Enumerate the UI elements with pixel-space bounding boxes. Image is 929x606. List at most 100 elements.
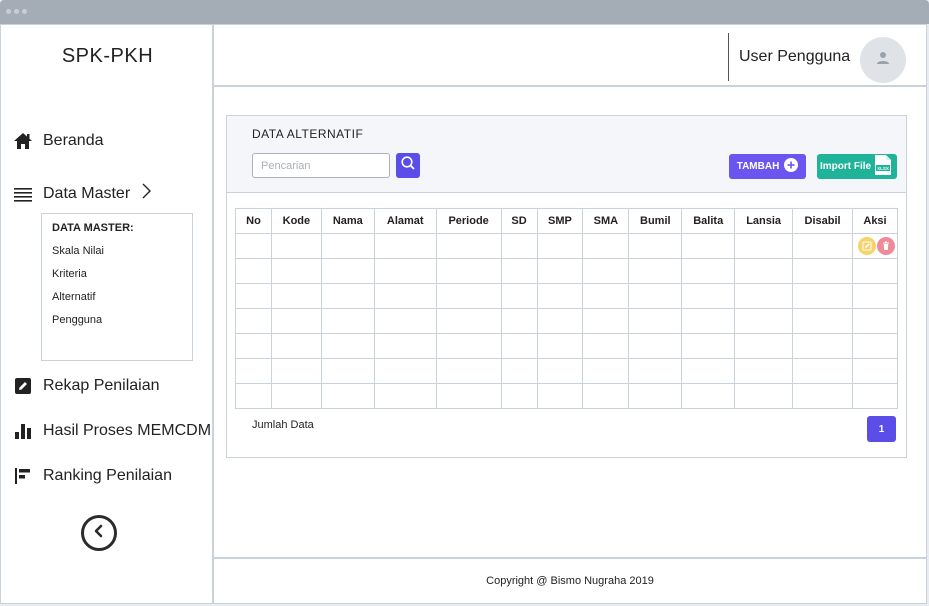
edit-icon	[13, 376, 33, 396]
table-cell	[628, 233, 683, 259]
ranking-icon	[13, 466, 33, 486]
column-header-periode: Periode	[435, 208, 502, 234]
table-cell	[734, 233, 794, 259]
table-cell	[320, 358, 375, 384]
import-file-button[interactable]: Import File XLSX	[817, 154, 897, 179]
table-cell	[373, 258, 437, 284]
table-cell	[792, 308, 853, 334]
table-cell	[270, 233, 322, 259]
edit-icon[interactable]	[858, 237, 876, 255]
table-row	[235, 383, 898, 409]
list-icon	[13, 184, 33, 204]
avatar[interactable]	[860, 37, 906, 83]
table-cell	[435, 333, 502, 359]
window-dot[interactable]	[6, 9, 11, 14]
sidebar-item-data-master[interactable]: Data Master	[13, 181, 152, 206]
table-cell	[852, 233, 898, 259]
table-cell	[582, 258, 630, 284]
page-button-1[interactable]: 1	[867, 416, 896, 442]
user-name[interactable]: User Pengguna	[739, 48, 850, 66]
table-cell	[681, 358, 736, 384]
table-cell	[582, 383, 630, 409]
table-header-row: No Kode Nama Alamat Periode SD SMP SMA B…	[235, 208, 898, 234]
sidebar-item-hasil-proses[interactable]: Hasil Proses MEMCDM	[13, 421, 211, 441]
table-cell	[536, 233, 584, 259]
table-cell	[235, 258, 272, 284]
search-button[interactable]	[396, 153, 420, 178]
submenu-item-pengguna[interactable]: Pengguna	[52, 314, 182, 326]
bar-chart-icon	[13, 421, 33, 441]
sidebar-item-ranking-penilaian[interactable]: Ranking Penilaian	[13, 466, 172, 486]
table-cell	[500, 233, 538, 259]
window-dot[interactable]	[14, 9, 19, 14]
table-cell	[734, 258, 794, 284]
table-cell	[681, 233, 736, 259]
collapse-sidebar-button[interactable]	[81, 515, 117, 551]
table-cell	[435, 258, 502, 284]
table-cell	[582, 308, 630, 334]
table-cell	[270, 358, 322, 384]
table-row	[235, 233, 898, 259]
table-cell	[582, 233, 630, 259]
table-cell	[628, 358, 683, 384]
trash-icon[interactable]	[877, 237, 895, 255]
table-cell	[852, 383, 898, 409]
table-cell	[235, 333, 272, 359]
table-cell	[320, 333, 375, 359]
column-header-nama: Nama	[320, 208, 375, 234]
table-cell	[681, 308, 736, 334]
table-cell	[270, 333, 322, 359]
table-cell	[852, 258, 898, 284]
search-input[interactable]	[252, 153, 390, 178]
table-row	[235, 283, 898, 309]
table-cell	[628, 308, 683, 334]
submenu-item-kriteria[interactable]: Kriteria	[52, 268, 182, 280]
column-header-alamat: Alamat	[373, 208, 437, 234]
home-icon	[13, 131, 33, 151]
table-cell	[320, 383, 375, 409]
table-row	[235, 333, 898, 359]
table-cell	[734, 308, 794, 334]
sidebar-item-label: Hasil Proses MEMCDM	[43, 422, 212, 439]
brand-title: SPK-PKH	[61, 45, 154, 67]
table-cell	[628, 283, 683, 309]
table-cell	[628, 258, 683, 284]
table-cell	[681, 383, 736, 409]
window-dot[interactable]	[22, 9, 27, 14]
submenu-item-skala-nilai[interactable]: Skala Nilai	[52, 245, 182, 257]
table-cell	[536, 358, 584, 384]
table-cell	[852, 308, 898, 334]
table-cell	[792, 333, 853, 359]
table-cell	[235, 383, 272, 409]
table-cell	[852, 283, 898, 309]
add-button[interactable]: TAMBAH	[729, 154, 806, 179]
submenu-item-alternatif[interactable]: Alternatif	[52, 291, 182, 303]
table-cell	[373, 283, 437, 309]
table-cell	[373, 233, 437, 259]
table-cell	[852, 333, 898, 359]
table-cell	[536, 308, 584, 334]
table-cell	[320, 308, 375, 334]
table-cell	[500, 308, 538, 334]
plus-circle-icon	[784, 158, 799, 175]
table-cell	[435, 283, 502, 309]
table-cell	[500, 383, 538, 409]
table-cell	[792, 233, 853, 259]
table-cell	[270, 258, 322, 284]
sidebar-item-rekap-penilaian[interactable]: Rekap Penilaian	[13, 376, 160, 396]
table-cell	[734, 358, 794, 384]
search-icon	[400, 155, 416, 176]
copyright-text: Copyright @ Bismo Nugraha 2019	[486, 575, 654, 587]
sidebar: SPK-PKH Beranda Data Master DATA MASTER:…	[1, 25, 214, 603]
sidebar-item-beranda[interactable]: Beranda	[13, 131, 104, 151]
footer: Copyright @ Bismo Nugraha 2019	[214, 557, 926, 603]
chevron-right-icon	[140, 181, 152, 206]
card-header: DATA ALTERNATIF TAMBAH Import File XLSX	[227, 116, 906, 193]
table-cell	[373, 383, 437, 409]
table-cell	[235, 358, 272, 384]
table-cell	[792, 283, 853, 309]
column-header-disabil: Disabil	[792, 208, 853, 234]
table-cell	[320, 233, 375, 259]
window-controls	[6, 9, 27, 14]
sidebar-item-label: Beranda	[43, 132, 104, 149]
